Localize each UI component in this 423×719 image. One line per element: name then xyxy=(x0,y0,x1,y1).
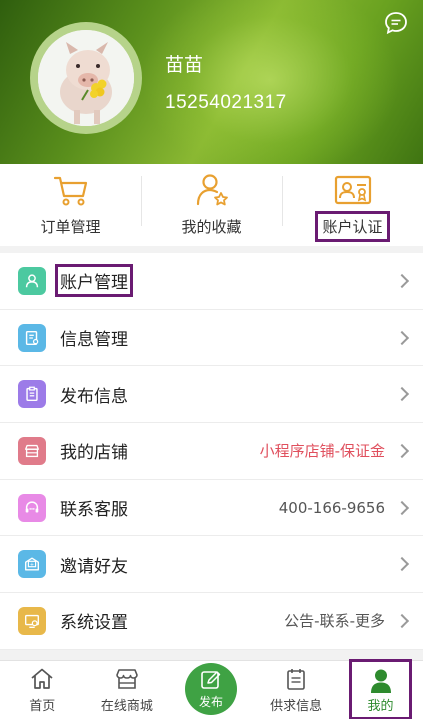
headset-icon xyxy=(18,493,46,522)
menu-label: 我的店铺 xyxy=(60,443,128,464)
nav-label-mall: 在线商城 xyxy=(100,699,153,714)
quick-label-orders: 订单管理 xyxy=(40,218,101,236)
chevron-right-icon xyxy=(394,443,410,458)
quick-verify[interactable]: 账户认证 xyxy=(282,164,423,246)
avatar[interactable] xyxy=(38,30,134,126)
cart-icon xyxy=(53,176,87,206)
menu-item-info[interactable]: 信息管理 xyxy=(0,310,423,367)
menu-label: 邀请好友 xyxy=(60,556,128,577)
menu-item-shop[interactable]: 我的店铺 小程序店铺-保证金 xyxy=(0,423,423,480)
user-star-icon xyxy=(196,174,228,206)
nav-home[interactable]: 首页 xyxy=(0,661,85,719)
document-settings-icon xyxy=(18,323,46,352)
chevron-right-icon xyxy=(394,330,410,345)
settings-icon xyxy=(18,606,46,635)
clipboard-icon xyxy=(18,380,46,409)
settings-extra[interactable]: 公告-联系-更多 xyxy=(284,610,385,631)
nav-label-supply: 供求信息 xyxy=(270,699,323,714)
support-phone[interactable]: 400-166-9656 xyxy=(279,499,385,517)
phone-number: 15254021317 xyxy=(165,92,287,113)
chevron-right-icon xyxy=(394,273,410,288)
nav-label-home: 首页 xyxy=(29,699,56,714)
menu-label: 联系客服 xyxy=(60,500,128,521)
calendar-list-icon xyxy=(287,669,305,690)
invite-icon: + xyxy=(18,550,46,579)
shop-icon xyxy=(18,436,46,465)
person-icon xyxy=(18,266,46,295)
home-icon xyxy=(31,668,53,689)
menu-label: 系统设置 xyxy=(60,613,128,634)
nav-mall[interactable]: 在线商城 xyxy=(85,661,170,719)
nav-publish-button[interactable]: 发布 xyxy=(185,663,237,715)
menu-label: 信息管理 xyxy=(60,330,128,351)
store-icon xyxy=(116,669,138,689)
svg-text:+: + xyxy=(30,562,34,568)
chevron-right-icon xyxy=(394,387,410,402)
quick-favorites[interactable]: 我的收藏 xyxy=(141,164,282,246)
nav-me[interactable]: 我的 xyxy=(349,659,412,719)
chevron-right-icon xyxy=(394,613,410,629)
menu-item-account[interactable]: 账户管理 xyxy=(0,253,423,310)
edit-icon xyxy=(201,671,221,689)
menu-item-support[interactable]: 联系客服 400-166-9656 xyxy=(0,480,423,537)
profile-header: 苗苗 15254021317 xyxy=(0,0,423,164)
avatar-ring[interactable] xyxy=(30,22,142,134)
nav-label-publish: 发布 xyxy=(198,695,223,709)
username: 苗苗 xyxy=(165,54,204,76)
user-icon xyxy=(370,669,391,693)
quick-label-verify: 账户认证 xyxy=(315,211,390,242)
id-card-icon xyxy=(334,175,371,205)
pig-avatar-image xyxy=(38,30,134,126)
quick-label-favorites: 我的收藏 xyxy=(181,218,242,236)
quick-orders[interactable]: 订单管理 xyxy=(0,164,141,246)
menu-item-settings[interactable]: 系统设置 公告-联系-更多 xyxy=(0,593,423,650)
chevron-right-icon xyxy=(394,557,410,572)
shop-deposit-link[interactable]: 小程序店铺-保证金 xyxy=(260,440,385,461)
menu-label: 发布信息 xyxy=(60,386,128,407)
menu-list: 账户管理 信息管理 发布信息 我的店铺 小程序店铺-保证金 联系客服 400-1… xyxy=(0,253,423,650)
chevron-right-icon xyxy=(394,500,410,515)
quick-actions: 订单管理 我的收藏 账户认证 xyxy=(0,164,423,246)
nav-label-me: 我的 xyxy=(367,699,394,714)
nav-supply[interactable]: 供求信息 xyxy=(254,661,339,719)
message-icon[interactable] xyxy=(383,10,409,36)
menu-item-publish[interactable]: 发布信息 xyxy=(0,366,423,424)
menu-item-invite[interactable]: + 邀请好友 xyxy=(0,536,423,594)
menu-label: 账户管理 xyxy=(55,264,133,298)
